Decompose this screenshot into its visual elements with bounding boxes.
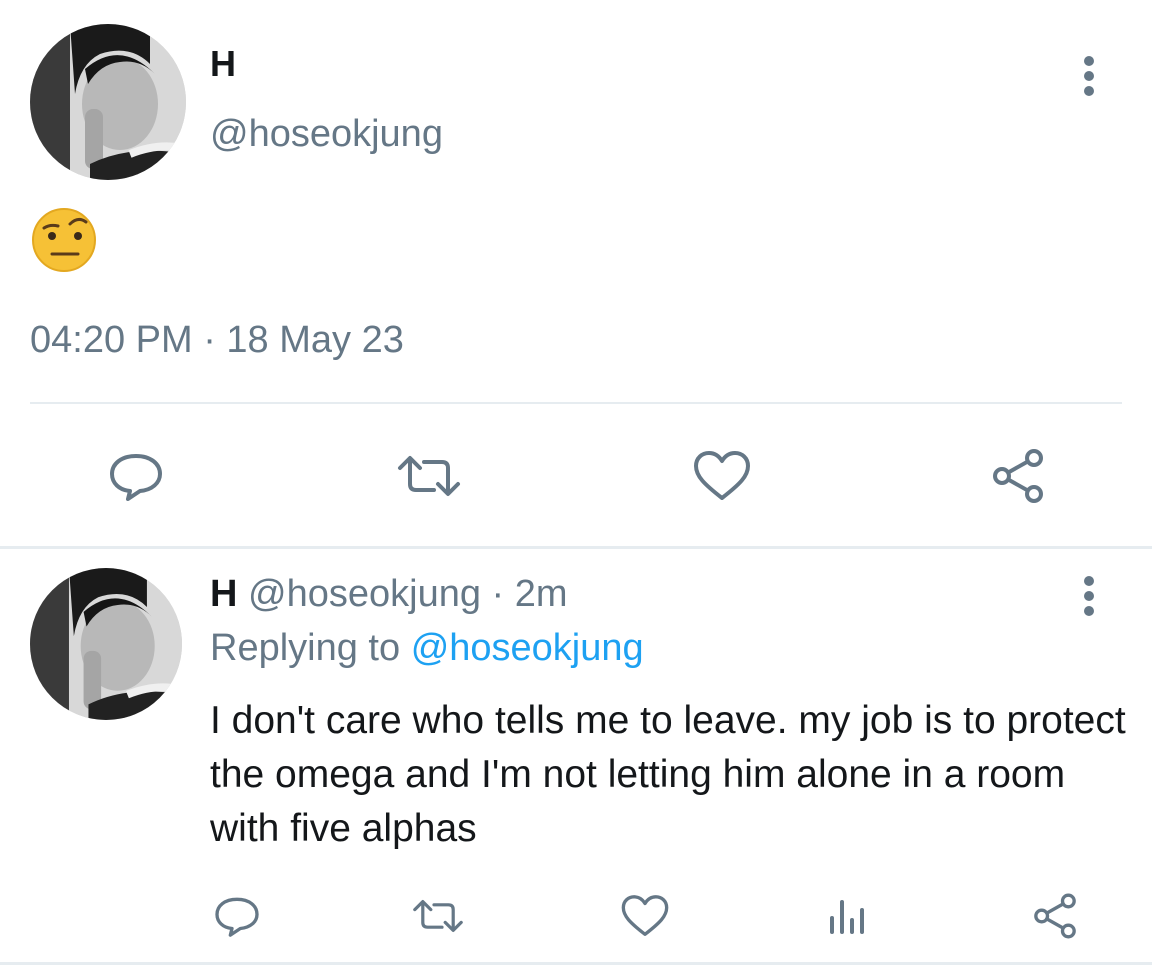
replying-to: Replying to @hoseokjung bbox=[210, 626, 644, 670]
raised-eyebrow-emoji-icon bbox=[32, 208, 96, 272]
replying-to-label: Replying to bbox=[210, 627, 401, 669]
replying-to-handle[interactable]: @hoseokjung bbox=[411, 627, 644, 669]
heart-icon[interactable] bbox=[692, 450, 752, 502]
time-ago[interactable]: 2m bbox=[515, 573, 568, 615]
share-icon[interactable] bbox=[988, 448, 1048, 504]
bar-chart-icon[interactable] bbox=[826, 894, 870, 938]
user-handle[interactable]: @hoseokjung bbox=[210, 112, 443, 156]
user-handle[interactable]: @hoseokjung bbox=[248, 573, 481, 615]
avatar[interactable] bbox=[30, 24, 186, 180]
vertical-dots-icon[interactable] bbox=[1074, 574, 1104, 618]
reply-text: I don't care who tells me to leave. my j… bbox=[210, 699, 1126, 850]
retweet-icon[interactable] bbox=[394, 452, 464, 500]
divider bbox=[0, 546, 1152, 549]
retweet-icon[interactable] bbox=[410, 896, 466, 936]
share-icon[interactable] bbox=[1030, 892, 1080, 940]
heart-icon[interactable] bbox=[620, 894, 670, 938]
divider bbox=[30, 402, 1122, 404]
display-name[interactable]: H bbox=[210, 573, 237, 615]
avatar[interactable] bbox=[30, 568, 182, 720]
tweet-emoji bbox=[30, 206, 100, 272]
speech-bubble-icon[interactable] bbox=[212, 894, 262, 938]
speech-bubble-icon[interactable] bbox=[106, 450, 166, 502]
divider bbox=[0, 962, 1152, 965]
tweet-timestamp[interactable]: 04:20 PM · 18 May 23 bbox=[30, 318, 404, 362]
separator-dot: · bbox=[491, 573, 505, 615]
vertical-dots-icon[interactable] bbox=[1074, 54, 1104, 98]
reply-header: H @hoseokjung · 2m bbox=[210, 572, 568, 616]
display-name[interactable]: H bbox=[210, 44, 236, 84]
